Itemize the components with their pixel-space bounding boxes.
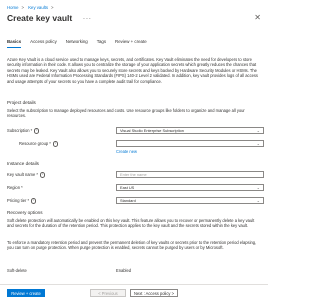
chevron-down-icon: ⌄	[256, 184, 260, 190]
previous-button[interactable]: < Previous	[90, 289, 126, 297]
tab-review-create[interactable]: Review + create	[115, 39, 147, 48]
breadcrumb-key-vaults[interactable]: Key vaults	[28, 5, 48, 10]
info-icon: i	[52, 141, 59, 147]
next-access-policy-button[interactable]: Next : Access policy >	[130, 289, 178, 297]
key-vault-name-label: Key vault name * i	[7, 172, 46, 178]
recovery-options-heading: Recovery options	[7, 210, 43, 215]
tab-networking[interactable]: Networking	[66, 39, 88, 48]
resource-group-label: Resource group * i	[19, 141, 59, 147]
project-details-heading: Project details	[7, 100, 36, 105]
breadcrumb-separator: >	[21, 5, 24, 10]
more-options-icon[interactable]: ...	[83, 14, 92, 21]
resource-group-select[interactable]: ⌄	[116, 140, 264, 147]
breadcrumb-home[interactable]: Home	[7, 5, 18, 10]
key-vault-name-input[interactable]: Enter the name	[116, 171, 264, 178]
review-create-button[interactable]: Review + create	[7, 289, 45, 297]
subscription-label: Subscription * i	[7, 128, 40, 134]
chevron-down-icon: ⌄	[256, 127, 260, 133]
tab-tags[interactable]: Tags	[97, 39, 106, 48]
pricing-tier-select[interactable]: Standard ⌄	[116, 197, 264, 204]
chevron-down-icon: ⌄	[256, 197, 260, 203]
create-new-link[interactable]: Create new	[116, 149, 137, 154]
footer-bar: Review + create < Previous Next : Access…	[0, 284, 268, 301]
pricing-tier-label: Pricing tier * i	[7, 198, 37, 204]
project-details-text: Select the subscription to manage deploy…	[7, 108, 245, 119]
close-icon[interactable]: ✕	[254, 13, 261, 22]
tab-bar: Basics Access policy Networking Tags Rev…	[7, 39, 147, 48]
breadcrumb-separator: >	[51, 5, 54, 10]
recovery-text-purge: To enforce a mandatory retention period …	[7, 240, 257, 251]
info-icon: i	[39, 172, 46, 178]
region-select[interactable]: East US ⌄	[116, 184, 264, 191]
description: Azure Key Vault is a cloud service used …	[7, 57, 258, 84]
tab-basics[interactable]: Basics	[7, 39, 22, 48]
instance-details-heading: Instance details	[7, 161, 39, 166]
info-icon: i	[34, 128, 40, 134]
recovery-text-soft-delete: Soft delete protection will automaticall…	[7, 218, 255, 229]
chevron-down-icon: ⌄	[256, 140, 260, 146]
subscription-select[interactable]: Visual Studio Enterprise Subscription ⌄	[116, 127, 264, 134]
info-icon: i	[31, 198, 37, 204]
soft-delete-label: Soft-delete	[7, 268, 27, 273]
breadcrumb: Home > Key vaults >	[7, 5, 57, 10]
soft-delete-value: Enabled	[116, 268, 132, 273]
region-label: Region *	[7, 185, 23, 190]
page-title: Create key vault	[7, 13, 73, 23]
tab-access-policy[interactable]: Access policy	[30, 39, 57, 48]
